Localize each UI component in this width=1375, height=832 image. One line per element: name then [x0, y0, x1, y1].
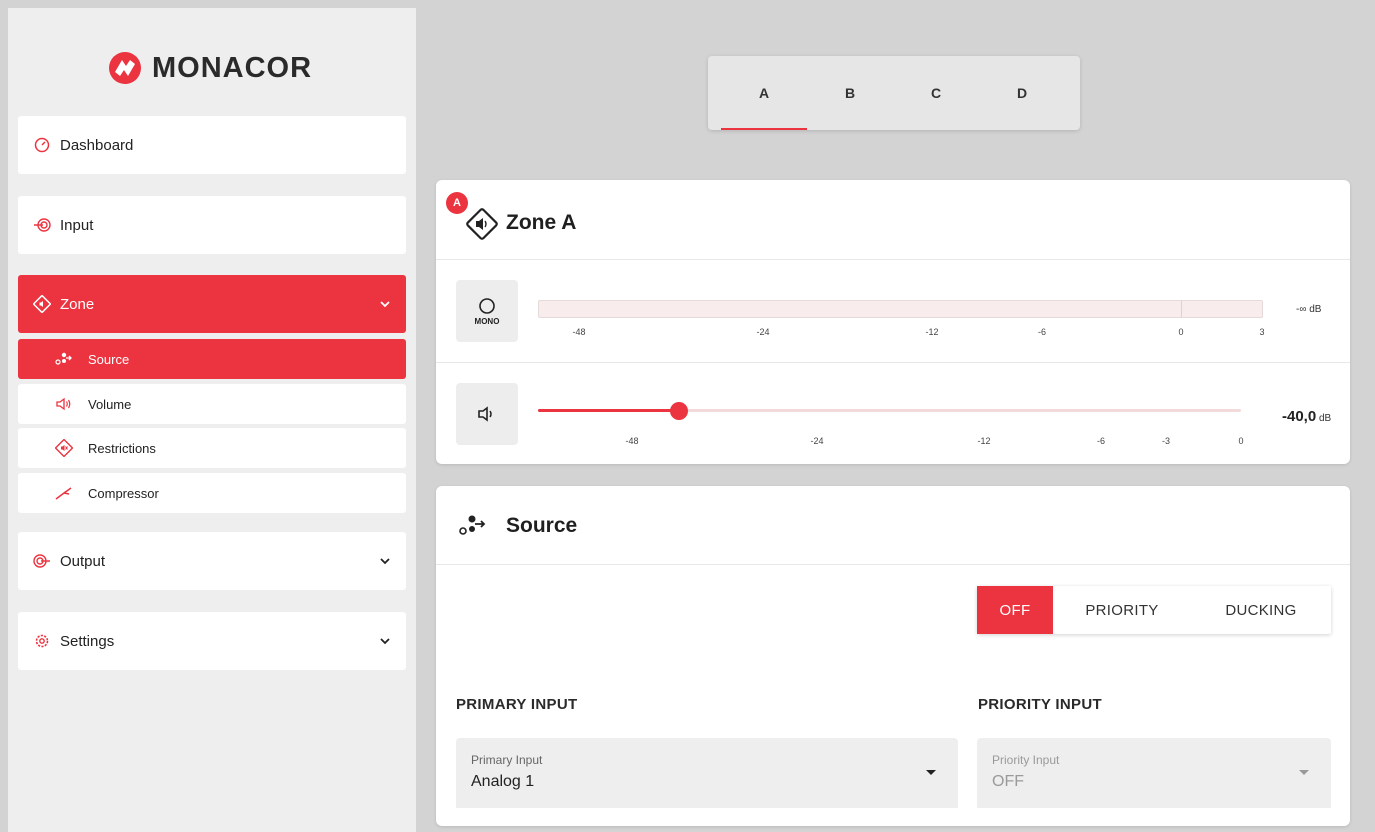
level-meter: [538, 300, 1263, 318]
volume-tick: -24: [810, 436, 824, 446]
volume-tick: -12: [977, 436, 991, 446]
meter-readout-value: -∞: [1296, 304, 1307, 315]
volume-tick: 0: [1238, 436, 1244, 446]
meter-readout-unit: dB: [1309, 304, 1322, 315]
meter-tick: -24: [756, 327, 770, 337]
source-mode-toggle: OFF PRIORITY DUCKING: [977, 586, 1331, 634]
sidebar-subitem-restrictions[interactable]: Restrictions: [18, 428, 406, 468]
sidebar-item-input[interactable]: Input: [18, 196, 406, 254]
sidebar-subitem-label: Compressor: [88, 485, 159, 501]
monacor-logo-icon: [109, 52, 141, 84]
meter-tick: 0: [1178, 327, 1184, 337]
zone-tabs: A B C D: [708, 56, 1080, 130]
brand-logo: MONACOR: [108, 48, 312, 88]
meter-tick: -6: [1037, 327, 1047, 337]
sidebar-item-label: Input: [60, 216, 94, 234]
volume-tick: -6: [1096, 436, 1106, 446]
sidebar-item-settings[interactable]: Settings: [18, 612, 406, 670]
volume-slider-fill: [538, 409, 679, 412]
caret-down-icon: [1299, 770, 1309, 775]
primary-input-select[interactable]: Primary Input Analog 1: [456, 738, 958, 808]
meter-tick: -12: [925, 327, 939, 337]
priority-input-heading: PRIORITY INPUT: [978, 696, 1102, 713]
chevron-down-icon: [380, 558, 390, 565]
meter-tick: -48: [572, 327, 586, 337]
tab-b[interactable]: B: [807, 56, 893, 130]
speaker-icon: [54, 394, 74, 414]
zone-title: Zone A: [506, 211, 577, 234]
sidebar: MONACOR Dashboard Input Zone Source Volu…: [8, 8, 416, 832]
primary-input-heading: PRIMARY INPUT: [456, 696, 578, 713]
volume-tick: -48: [625, 436, 639, 446]
volume-readout-unit: dB: [1318, 413, 1332, 424]
tab-d[interactable]: D: [979, 56, 1065, 130]
gauge-icon: [32, 135, 52, 155]
chevron-down-icon: [380, 638, 390, 645]
sidebar-subitem-volume[interactable]: Volume: [18, 384, 406, 424]
tab-a[interactable]: A: [721, 56, 807, 130]
source-icon: [54, 349, 74, 369]
meter-tick: 3: [1259, 327, 1265, 337]
volume-slider-thumb[interactable]: [670, 402, 688, 420]
sidebar-item-label: Settings: [60, 632, 115, 650]
source-title: Source: [506, 514, 578, 537]
source-icon: [459, 515, 486, 535]
meter-zero-mark: [1181, 301, 1182, 317]
sidebar-subitem-source[interactable]: Source: [18, 339, 406, 379]
speaker-icon: [478, 406, 492, 422]
sidebar-item-label: Dashboard: [60, 136, 134, 154]
caret-down-icon: [926, 770, 936, 775]
divider: [436, 259, 1350, 260]
sidebar-subitem-label: Source: [88, 351, 130, 367]
zone-icon: [32, 294, 52, 314]
compressor-icon: [54, 483, 74, 503]
priority-input-label: Priority Input: [992, 753, 1060, 767]
priority-input-value: OFF: [992, 773, 1024, 790]
chevron-down-icon: [380, 301, 390, 308]
volume-readout: -40,0 dB: [1282, 408, 1331, 425]
mono-label: MONO: [474, 316, 500, 326]
primary-input-value: Analog 1: [471, 773, 535, 790]
output-icon: [32, 551, 52, 571]
mode-off-button[interactable]: OFF: [977, 586, 1053, 634]
divider: [436, 362, 1350, 363]
sidebar-subitem-label: Restrictions: [88, 440, 156, 456]
sidebar-item-output[interactable]: Output: [18, 532, 406, 590]
zone-card: A Zone A MONO -48 -24 -12 -6 0 3 -∞ dB -…: [436, 180, 1350, 464]
primary-input-label: Primary Input: [471, 753, 543, 767]
divider: [436, 564, 1350, 565]
volume-tick: -3: [1161, 436, 1171, 446]
mode-priority-button[interactable]: PRIORITY: [1053, 586, 1191, 634]
tab-c[interactable]: C: [893, 56, 979, 130]
mono-button[interactable]: MONO: [456, 280, 518, 342]
input-icon: [32, 215, 52, 235]
mode-ducking-button[interactable]: DUCKING: [1191, 586, 1331, 634]
priority-input-select[interactable]: Priority Input OFF: [977, 738, 1331, 808]
meter-readout: -∞ dB: [1296, 304, 1321, 315]
sidebar-subitem-compressor[interactable]: Compressor: [18, 473, 406, 513]
sidebar-item-zone[interactable]: Zone: [18, 275, 406, 333]
sidebar-item-label: Zone: [60, 295, 95, 313]
gear-icon: [32, 631, 52, 651]
zone-icon: [466, 208, 498, 240]
brand-name: MONACOR: [152, 51, 313, 84]
circle-icon: [479, 297, 495, 314]
sidebar-item-dashboard[interactable]: Dashboard: [18, 116, 406, 174]
sidebar-item-label: Output: [60, 552, 106, 570]
sidebar-subitem-label: Volume: [88, 396, 132, 412]
volume-readout-value: -40,0: [1282, 408, 1317, 425]
restrictions-icon: [54, 438, 74, 458]
mute-button[interactable]: [456, 383, 518, 445]
